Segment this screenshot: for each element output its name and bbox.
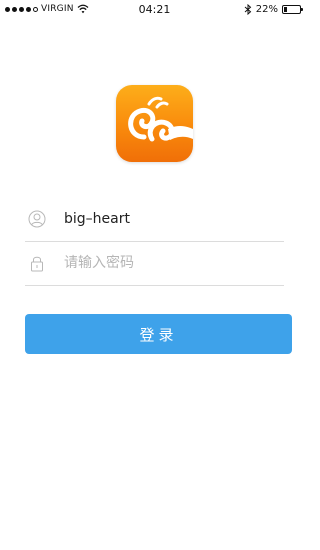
- username-field: [25, 198, 284, 242]
- app-logo-icon: [116, 85, 193, 162]
- login-button[interactable]: 登录: [25, 314, 292, 354]
- user-icon: [28, 210, 46, 228]
- battery-level: [284, 7, 287, 12]
- bluetooth-icon: [244, 4, 252, 15]
- app-logo-graphic: [128, 96, 193, 142]
- status-bar: VIRGIN 04:21 22%: [0, 0, 309, 20]
- lock-icon: [31, 256, 43, 272]
- battery-percent: 22%: [255, 4, 278, 15]
- password-field: [25, 242, 284, 286]
- username-input[interactable]: [64, 207, 279, 231]
- status-right: 22%: [244, 4, 303, 15]
- password-input[interactable]: [64, 251, 279, 275]
- battery-icon: [282, 5, 303, 14]
